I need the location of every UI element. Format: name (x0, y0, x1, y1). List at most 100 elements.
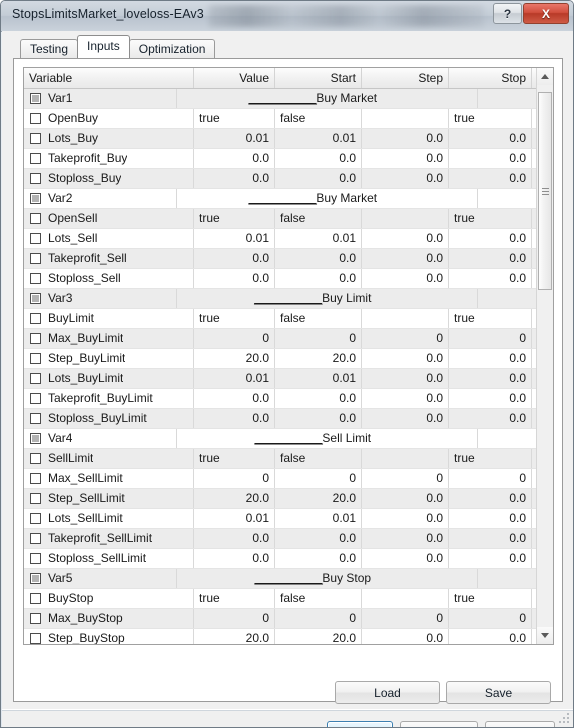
step-cell[interactable]: 0.0 (362, 269, 449, 288)
table-row[interactable]: Var5 ___________Buy Stop (24, 569, 553, 589)
step-cell[interactable]: 0.0 (362, 489, 449, 508)
table-row[interactable]: Lots_BuyLimit 0.01 0.01 0.0 0.0 (24, 369, 553, 389)
start-cell[interactable]: 0.0 (275, 149, 362, 168)
start-cell[interactable]: 20.0 (275, 629, 362, 644)
start-cell[interactable]: 0 (275, 329, 362, 348)
row-checkbox[interactable] (30, 633, 41, 644)
scrollbar-thumb[interactable] (538, 92, 552, 290)
value-cell[interactable]: 20.0 (194, 489, 275, 508)
load-button[interactable]: Load (335, 681, 440, 704)
row-checkbox[interactable] (30, 133, 41, 144)
table-row[interactable]: Takeprofit_SellLimit 0.0 0.0 0.0 0.0 (24, 529, 553, 549)
stop-cell[interactable]: 0.0 (449, 129, 532, 148)
table-row[interactable]: Step_BuyStop 20.0 20.0 0.0 0.0 (24, 629, 553, 644)
table-row[interactable]: OpenBuy true false true (24, 109, 553, 129)
row-checkbox[interactable] (30, 473, 41, 484)
start-cell[interactable]: 0.01 (275, 369, 362, 388)
table-row[interactable]: Max_SellLimit 0 0 0 0 (24, 469, 553, 489)
value-cell[interactable]: 0.0 (194, 549, 275, 568)
stop-cell[interactable]: 0.0 (449, 149, 532, 168)
value-cell[interactable]: 0.0 (194, 389, 275, 408)
stop-cell[interactable]: true (449, 309, 532, 328)
table-row[interactable]: Stoploss_Sell 0.0 0.0 0.0 0.0 (24, 269, 553, 289)
value-cell[interactable]: 0.0 (194, 169, 275, 188)
step-cell[interactable]: 0.0 (362, 369, 449, 388)
start-cell[interactable]: 20.0 (275, 349, 362, 368)
row-checkbox[interactable] (30, 313, 41, 324)
table-row[interactable]: Var2 ___________Buy Market (24, 189, 553, 209)
tab-testing[interactable]: Testing (20, 39, 79, 58)
stop-cell[interactable]: 0.0 (449, 229, 532, 248)
start-cell[interactable]: 0.0 (275, 409, 362, 428)
value-cell[interactable]: true (194, 209, 275, 228)
value-cell[interactable]: 0.01 (194, 229, 275, 248)
row-checkbox[interactable] (30, 593, 41, 604)
step-cell[interactable] (362, 589, 449, 608)
stop-cell[interactable]: 0.0 (449, 249, 532, 268)
row-checkbox[interactable] (30, 433, 41, 444)
step-cell[interactable]: 0 (362, 329, 449, 348)
row-checkbox[interactable] (30, 233, 41, 244)
table-row[interactable]: Takeprofit_BuyLimit 0.0 0.0 0.0 0.0 (24, 389, 553, 409)
value-cell[interactable]: 0.0 (194, 529, 275, 548)
scroll-down-icon[interactable] (537, 627, 553, 644)
row-checkbox[interactable] (30, 113, 41, 124)
value-cell[interactable]: 0.0 (194, 149, 275, 168)
row-checkbox[interactable] (30, 213, 41, 224)
stop-cell[interactable]: 0 (449, 329, 532, 348)
close-icon[interactable]: X (523, 3, 569, 24)
row-checkbox[interactable] (30, 573, 41, 584)
stop-cell[interactable]: 0 (449, 469, 532, 488)
value-cell[interactable]: 0.0 (194, 249, 275, 268)
start-cell[interactable]: false (275, 589, 362, 608)
table-row[interactable]: Var1 ___________Buy Market (24, 89, 553, 109)
row-checkbox[interactable] (30, 493, 41, 504)
stop-cell[interactable]: 0.0 (449, 549, 532, 568)
table-row[interactable]: Step_BuyLimit 20.0 20.0 0.0 0.0 (24, 349, 553, 369)
column-header-value[interactable]: Value (194, 68, 275, 88)
row-checkbox[interactable] (30, 513, 41, 524)
value-cell[interactable]: 0.01 (194, 129, 275, 148)
table-row[interactable]: Takeprofit_Buy 0.0 0.0 0.0 0.0 (24, 149, 553, 169)
row-checkbox[interactable] (30, 353, 41, 364)
stop-cell[interactable]: 0.0 (449, 629, 532, 644)
step-cell[interactable]: 0.0 (362, 389, 449, 408)
resize-grip-icon[interactable] (559, 713, 571, 725)
table-row[interactable]: Lots_SellLimit 0.01 0.01 0.0 0.0 (24, 509, 553, 529)
start-cell[interactable]: false (275, 209, 362, 228)
row-checkbox[interactable] (30, 393, 41, 404)
stop-cell[interactable]: 0.0 (449, 489, 532, 508)
row-checkbox[interactable] (30, 253, 41, 264)
value-cell[interactable]: 0.01 (194, 369, 275, 388)
value-cell[interactable]: true (194, 309, 275, 328)
step-cell[interactable] (362, 109, 449, 128)
column-header-stop[interactable]: Stop (449, 68, 532, 88)
step-cell[interactable]: 0.0 (362, 129, 449, 148)
step-cell[interactable]: 0 (362, 469, 449, 488)
start-cell[interactable]: false (275, 449, 362, 468)
table-row[interactable]: Var4 ___________Sell Limit (24, 429, 553, 449)
value-cell[interactable]: 0.01 (194, 509, 275, 528)
stop-cell[interactable]: 0.0 (449, 389, 532, 408)
start-cell[interactable]: false (275, 309, 362, 328)
reset-button[interactable]: Reset (485, 721, 555, 727)
start-cell[interactable]: 0.01 (275, 229, 362, 248)
stop-cell[interactable]: 0.0 (449, 529, 532, 548)
step-cell[interactable]: 0.0 (362, 629, 449, 644)
value-cell[interactable]: true (194, 589, 275, 608)
ok-button[interactable]: OK (327, 721, 393, 727)
start-cell[interactable]: 0 (275, 609, 362, 628)
step-cell[interactable]: 0 (362, 609, 449, 628)
scroll-up-icon[interactable] (537, 68, 553, 85)
stop-cell[interactable]: 0.0 (449, 349, 532, 368)
step-cell[interactable]: 0.0 (362, 409, 449, 428)
table-row[interactable]: SellLimit true false true (24, 449, 553, 469)
value-cell[interactable]: 20.0 (194, 629, 275, 644)
start-cell[interactable]: 0.0 (275, 269, 362, 288)
row-checkbox[interactable] (30, 273, 41, 284)
tab-optimization[interactable]: Optimization (128, 39, 216, 58)
table-row[interactable]: Max_BuyLimit 0 0 0 0 (24, 329, 553, 349)
value-cell[interactable]: true (194, 449, 275, 468)
start-cell[interactable]: false (275, 109, 362, 128)
value-cell[interactable]: 20.0 (194, 349, 275, 368)
